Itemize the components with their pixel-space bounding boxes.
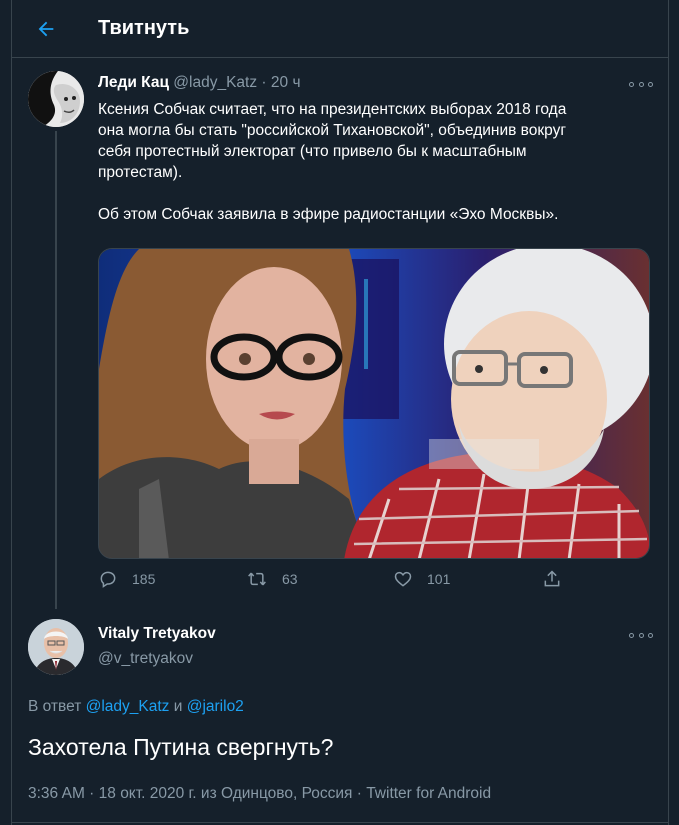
reply-and: и bbox=[173, 698, 183, 715]
mention-link[interactable]: @jarilo2 bbox=[187, 698, 244, 715]
more-dot-icon bbox=[648, 81, 653, 87]
more-dot-icon bbox=[629, 632, 634, 638]
photo-image bbox=[99, 249, 649, 558]
retweet-icon bbox=[248, 572, 266, 586]
share-button[interactable] bbox=[542, 569, 562, 589]
more-options-button[interactable] bbox=[629, 77, 653, 91]
tweet-paragraph: Об этом Собчак заявила в эфире радиостан… bbox=[98, 206, 559, 223]
author-handle[interactable]: @v_tretyakov bbox=[98, 650, 193, 668]
reply-button[interactable]: 185 bbox=[98, 569, 155, 589]
page-title: Твитнуть bbox=[98, 17, 190, 39]
more-dot-icon bbox=[638, 81, 644, 87]
separator-dot: · bbox=[261, 74, 267, 91]
divider bbox=[12, 822, 668, 823]
like-button[interactable]: 101 bbox=[393, 569, 450, 589]
tweet-meta[interactable]: 3:36 AM · 18 окт. 2020 г. из Одинцово, Р… bbox=[28, 785, 491, 803]
tweet-time[interactable]: 20 ч bbox=[271, 74, 301, 91]
thread-line bbox=[55, 131, 57, 609]
reply-count: 185 bbox=[132, 571, 156, 587]
page-header: Твитнуть bbox=[12, 0, 668, 58]
author-handle[interactable]: @lady_Katz bbox=[173, 74, 257, 91]
tweet-photo[interactable] bbox=[98, 248, 650, 559]
replying-to: В ответ @lady_Katz и @jarilo2 bbox=[28, 698, 244, 716]
more-dot-icon bbox=[629, 81, 634, 87]
tweet-paragraph: Ксения Собчак считает, что на президентс… bbox=[98, 101, 567, 181]
reply-icon bbox=[100, 571, 116, 588]
back-button[interactable] bbox=[29, 12, 63, 46]
tweet-header: Леди Кац @lady_Katz · 20 ч bbox=[98, 74, 301, 92]
tweet-detail-column: Твитнуть Леди Кац @lady_Katz · 20 ч Ксен… bbox=[11, 0, 669, 825]
retweet-count: 63 bbox=[282, 571, 298, 587]
heart-icon bbox=[394, 571, 412, 587]
author-name[interactable]: Vitaly Tretyakov bbox=[98, 625, 216, 643]
arrow-left-icon bbox=[38, 21, 54, 37]
tweet-actions: 185 63 101 bbox=[98, 569, 658, 599]
retweet-button[interactable]: 63 bbox=[246, 569, 298, 589]
mention-link[interactable]: @lady_Katz bbox=[86, 698, 170, 715]
more-dot-icon bbox=[638, 632, 644, 638]
more-options-button[interactable] bbox=[629, 628, 653, 642]
reply-prefix: В ответ bbox=[28, 698, 82, 715]
tweet-text: Ксения Собчак считает, что на президентс… bbox=[98, 99, 658, 225]
tweet-text: Захотела Путина свергнуть? bbox=[28, 734, 334, 760]
avatar-lady-katz[interactable] bbox=[28, 71, 84, 127]
author-name[interactable]: Леди Кац bbox=[98, 74, 169, 91]
avatar-vitaly-tretyakov[interactable] bbox=[28, 619, 84, 675]
like-count: 101 bbox=[427, 571, 451, 587]
more-dot-icon bbox=[648, 632, 653, 638]
share-icon bbox=[544, 570, 560, 587]
